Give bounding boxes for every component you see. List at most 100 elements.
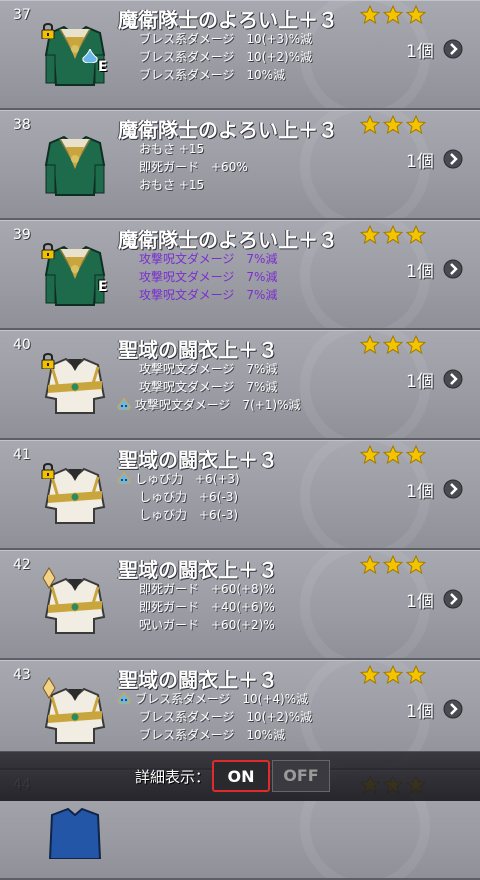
item-quantity: 1個 [406, 262, 434, 282]
chevron-right-icon[interactable] [443, 699, 463, 719]
detail-text: 即死ガード +60(+8)% [139, 582, 275, 596]
diamond-icon [42, 567, 56, 589]
detail-text: しゅび力 +6(+3) [135, 472, 240, 486]
star-icon [383, 555, 403, 575]
chevron-right-icon[interactable] [443, 479, 463, 499]
chevron-right-icon[interactable] [443, 589, 463, 609]
rarity-stars [360, 115, 426, 135]
item-details: 攻撃呪文ダメージ 7%減 攻撃呪文ダメージ 7%減 攻撃呪文ダメージ 7%減 [117, 250, 357, 304]
rarity-stars [360, 335, 426, 355]
slime-icon [117, 472, 131, 484]
chevron-right-icon[interactable] [443, 369, 463, 389]
item-name: 聖域の闘衣上＋３ [118, 338, 278, 362]
detail-line: 即死ガード +60% [117, 158, 357, 176]
star-icon [360, 555, 380, 575]
detail-text: しゅび力 +6(-3) [139, 490, 239, 504]
lock-icon [41, 243, 55, 259]
item-row[interactable]: 41 聖域の闘衣上＋３ しゅび力 +6(+3) しゅび力 +6(-3) しゅび力 +6(… [0, 440, 480, 550]
item-name: 聖域の闘衣上＋３ [118, 668, 278, 692]
item-row[interactable]: 39 E 魔衛隊士のよろい上＋３ 攻撃呪文ダメージ 7%減 攻撃呪文ダメージ 7%減 攻撃… [0, 220, 480, 330]
item-number: 37 [13, 7, 31, 23]
detail-line: ブレス系ダメージ 10%減 [117, 726, 357, 744]
star-icon [406, 665, 426, 685]
item-quantity: 1個 [406, 482, 434, 502]
detail-line: しゅび力 +6(-3) [117, 506, 357, 524]
item-list: 37 E 魔衛隊士のよろい上＋３ ブレス系ダメージ 10(+3)%減 ブレス系ダメージ … [0, 0, 480, 880]
lock-icon [41, 463, 55, 479]
item-details: おもさ +15 即死ガード +60% おもさ +15 [117, 140, 357, 194]
detail-line: 攻撃呪文ダメージ 7%減 [117, 268, 357, 286]
item-name: 魔衛隊士のよろい上＋３ [118, 118, 338, 142]
detail-line: 攻撃呪文ダメージ 7%減 [117, 286, 357, 304]
toggle-off-button[interactable]: OFF [272, 760, 330, 792]
item-name: 魔衛隊士のよろい上＋３ [118, 8, 338, 32]
white-robe-icon [38, 565, 112, 639]
detail-text: ブレス系ダメージ 10(+2)%減 [139, 50, 313, 64]
item-quantity: 1個 [406, 702, 434, 722]
star-icon [383, 115, 403, 135]
detail-text: ブレス系ダメージ 10%減 [139, 728, 286, 742]
item-number: 41 [13, 447, 31, 463]
lock-icon [41, 23, 55, 39]
detail-text: おもさ +15 [139, 178, 205, 192]
rarity-stars [360, 665, 426, 685]
diamond-icon [42, 677, 56, 699]
detail-text: おもさ +15 [139, 142, 205, 156]
detail-text: 攻撃呪文ダメージ 7%減 [139, 252, 278, 266]
detail-line: 攻撃呪文ダメージ 7%減 [117, 360, 357, 378]
rarity-stars [360, 555, 426, 575]
detail-line: ブレス系ダメージ 10(+3)%減 [117, 30, 357, 48]
item-name: 聖域の闘衣上＋３ [118, 448, 278, 472]
item-row[interactable]: 38 魔衛隊士のよろい上＋３ おもさ +15 即死ガード +60% おもさ +15 1個 [0, 110, 480, 220]
toggle-on-button[interactable]: ON [212, 760, 270, 792]
item-quantity: 1個 [406, 152, 434, 172]
star-icon [360, 445, 380, 465]
detail-line: 即死ガード +60(+8)% [117, 580, 357, 598]
star-icon [383, 5, 403, 25]
star-icon [406, 445, 426, 465]
slime-icon [117, 692, 131, 704]
detail-text: ブレス系ダメージ 10(+2)%減 [139, 710, 313, 724]
item-quantity: 1個 [406, 592, 434, 612]
detail-text: ブレス系ダメージ 10(+4)%減 [135, 692, 309, 706]
item-details: しゅび力 +6(+3) しゅび力 +6(-3) しゅび力 +6(-3) [117, 470, 357, 524]
detail-line: 攻撃呪文ダメージ 7%減 [117, 250, 357, 268]
star-icon [360, 665, 380, 685]
item-row[interactable]: 42 聖域の闘衣上＋３ 即死ガード +60(+8)% 即死ガード +40(+6)% 呪い… [0, 550, 480, 660]
item-quantity: 1個 [406, 42, 434, 62]
detail-line: しゅび力 +6(+3) [117, 470, 357, 488]
star-icon [406, 5, 426, 25]
slime-badge-icon [82, 49, 98, 63]
detail-line: ブレス系ダメージ 10(+4)%減 [117, 690, 357, 708]
chevron-right-icon[interactable] [443, 149, 463, 169]
item-row[interactable]: 40 聖域の闘衣上＋３ 攻撃呪文ダメージ 7%減 攻撃呪文ダメージ 7%減 攻撃呪文ダメ… [0, 330, 480, 440]
item-details: ブレス系ダメージ 10(+3)%減 ブレス系ダメージ 10(+2)%減 ブレス系ダメ… [117, 30, 357, 84]
chevron-right-icon[interactable] [443, 259, 463, 279]
detail-line: おもさ +15 [117, 176, 357, 194]
detail-text: しゅび力 +6(-3) [139, 508, 239, 522]
detail-text: 攻撃呪文ダメージ 7(+1)%減 [135, 398, 301, 412]
green-armor-icon: E [38, 235, 112, 309]
item-name: 魔衛隊士のよろい上＋３ [118, 228, 338, 252]
chevron-right-icon[interactable] [443, 39, 463, 59]
rarity-stars [360, 225, 426, 245]
star-icon [360, 5, 380, 25]
star-icon [383, 445, 403, 465]
star-icon [406, 115, 426, 135]
detail-line: 攻撃呪文ダメージ 7(+1)%減 [117, 396, 357, 414]
detail-line: ブレス系ダメージ 10(+2)%減 [117, 48, 357, 66]
item-row[interactable]: 37 E 魔衛隊士のよろい上＋３ ブレス系ダメージ 10(+3)%減 ブレス系ダメージ … [0, 0, 480, 110]
detail-line: ブレス系ダメージ 10(+2)%減 [117, 708, 357, 726]
lock-icon [41, 353, 55, 369]
star-icon [360, 225, 380, 245]
detail-text: 攻撃呪文ダメージ 7%減 [139, 288, 278, 302]
item-number: 39 [13, 227, 31, 243]
item-number: 40 [13, 337, 31, 353]
star-icon [383, 335, 403, 355]
item-number: 38 [13, 117, 31, 133]
white-robe-icon [38, 455, 112, 529]
star-icon [406, 555, 426, 575]
detail-text: ブレス系ダメージ 10(+3)%減 [139, 32, 313, 46]
detail-text: 即死ガード +60% [139, 160, 248, 174]
detail-text: 攻撃呪文ダメージ 7%減 [139, 270, 278, 284]
